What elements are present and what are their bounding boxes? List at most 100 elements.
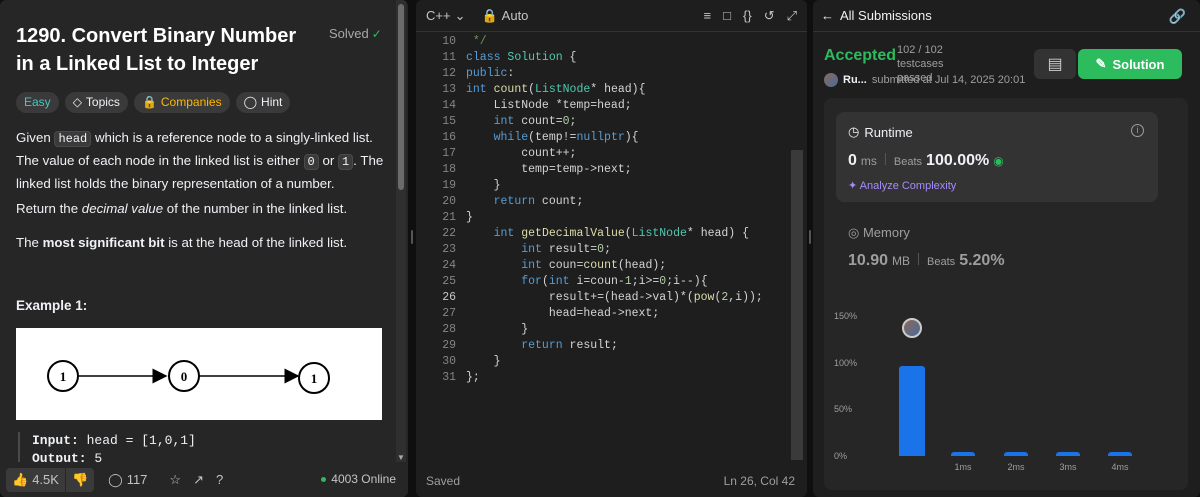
code-line[interactable]: 21}: [416, 210, 796, 226]
code-editor-panel: C++ ⌄ 🔒 Auto ≡ □ {} ↺ ⤢ 10 */11 class Solut…: [416, 0, 807, 497]
memory-title[interactable]: ◎ Memory: [848, 225, 910, 241]
line-number: 18: [442, 163, 456, 176]
code-line[interactable]: 22 int getDecimalValue(ListNode* head) {: [416, 226, 796, 242]
code-line[interactable]: 16 while(temp!=nullptr){: [416, 130, 796, 146]
code-area[interactable]: 10 */11 class Solution {12 public: 13 int co…: [416, 32, 796, 464]
result-status: Accepted: [824, 47, 897, 64]
chart-bar[interactable]: [1056, 452, 1080, 456]
link-icon[interactable]: 🔗: [1169, 8, 1186, 25]
code-line[interactable]: 26 result+=(head->val)*(pow(2,i));: [416, 290, 796, 306]
editor-status-bar: Saved Ln 26, Col 42: [416, 464, 807, 497]
all-submissions-link[interactable]: All Submissions: [840, 8, 932, 23]
code-line[interactable]: 12 public:: [416, 66, 796, 82]
avatar: [824, 73, 838, 87]
notes-button[interactable]: ▤: [1034, 49, 1076, 79]
analyze-complexity-link[interactable]: ✦ Analyze Complexity: [848, 179, 956, 192]
chart-bar[interactable]: [951, 452, 975, 456]
code-text: head=head->next;: [466, 307, 660, 320]
bookmark-icon[interactable]: □: [723, 8, 731, 24]
code-line[interactable]: 15 int count=0;: [416, 114, 796, 130]
inline-code: head: [54, 131, 92, 147]
code-text: int coun=count(head);: [521, 259, 667, 272]
chart-bar[interactable]: [1108, 452, 1132, 456]
code-line[interactable]: 31};: [416, 370, 796, 386]
resize-handle-icon[interactable]: [411, 230, 413, 244]
code-line[interactable]: 10 */: [416, 34, 796, 50]
code-line[interactable]: 29 return result;: [416, 338, 796, 354]
code-line[interactable]: 11 class Solution {: [416, 50, 796, 66]
lock-icon: 🔒: [141, 95, 157, 109]
problem-title[interactable]: 1290. Convert Binary Number in a Linked …: [16, 22, 316, 78]
emphasis: decimal value: [81, 201, 164, 216]
code-line[interactable]: 18 temp=temp->next;: [416, 162, 796, 178]
text: Return the: [16, 201, 82, 216]
resize-handle-icon[interactable]: [809, 230, 811, 244]
strong-text: most significant bit: [42, 235, 165, 250]
chart-bar[interactable]: [899, 366, 925, 456]
description-scrollbar[interactable]: ▼: [396, 0, 406, 462]
code-line[interactable]: 14 ListNode *temp=head;: [416, 98, 796, 114]
info-icon[interactable]: i: [1131, 124, 1144, 137]
code-text: */: [466, 35, 487, 48]
line-number: 26: [442, 291, 456, 304]
code-text: }: [466, 323, 529, 336]
sparkle-icon: ✦: [848, 180, 858, 192]
reset-icon[interactable]: ↺: [764, 8, 775, 24]
code-line[interactable]: 19 }: [416, 178, 796, 194]
online-label: 4003 Online: [331, 472, 396, 486]
code-text: return count;: [493, 195, 584, 208]
difficulty-label: Easy: [24, 95, 51, 109]
memory-value: 10.90: [848, 252, 889, 269]
y-tick-label: 100%: [834, 357, 858, 368]
favorite-button[interactable]: ☆: [163, 468, 187, 492]
language-select[interactable]: C++ ⌄: [426, 8, 465, 24]
panel-resizer[interactable]: [409, 0, 415, 497]
online-count: 4003 Online: [321, 472, 396, 486]
code-text: class Solution {: [466, 51, 577, 64]
code-line[interactable]: 20 return count;: [416, 194, 796, 210]
braces-icon[interactable]: {}: [743, 8, 752, 24]
line-number: 22: [442, 227, 456, 240]
comments-button[interactable]: ◯ 117: [102, 468, 153, 492]
code-text: int count=0;: [493, 115, 577, 128]
expand-icon[interactable]: ⤢: [787, 8, 797, 24]
share-button[interactable]: ↗: [187, 468, 210, 492]
help-button[interactable]: ?: [210, 468, 229, 492]
code-line[interactable]: 27 head=head->next;: [416, 306, 796, 322]
editor-scrollbar[interactable]: [791, 150, 803, 460]
companies-tag[interactable]: 🔒 Companies: [133, 92, 230, 113]
format-icon[interactable]: ≡: [704, 8, 712, 24]
scrollbar-thumb[interactable]: [398, 4, 404, 190]
code-line[interactable]: 30 }: [416, 354, 796, 370]
username[interactable]: Ru...: [843, 74, 867, 86]
like-button[interactable]: 👍 4.5K: [6, 467, 65, 492]
dislike-button[interactable]: 👎: [65, 467, 95, 492]
line-number: 14: [442, 99, 456, 112]
code-line[interactable]: 13 int count(ListNode* head){: [416, 82, 796, 98]
divider: [918, 253, 920, 265]
description-panel: 1290. Convert Binary Number in a Linked …: [0, 0, 408, 497]
topics-tag[interactable]: ◇ Topics: [64, 92, 128, 113]
code-text: int count(ListNode* head){: [466, 83, 646, 96]
code-line[interactable]: 23 int result=0;: [416, 242, 796, 258]
description-paragraph-1: Given head which is a reference node to …: [16, 127, 386, 194]
submission-panel: ← All Submissions 🔗 Accepted 102 / 102 t…: [813, 0, 1200, 497]
runtime-card[interactable]: ◷ Runtime i 0 ms Beats 100.00% ◉ ✦ Analyz…: [836, 112, 1158, 202]
code-line[interactable]: 28 }: [416, 322, 796, 338]
arrow-left-icon[interactable]: ←: [821, 8, 834, 23]
stats-card: ◷ Runtime i 0 ms Beats 100.00% ◉ ✦ Analyz…: [824, 98, 1188, 490]
inline-code: 0: [303, 154, 319, 170]
comment-count: 117: [126, 472, 148, 487]
scroll-down-icon[interactable]: ▼: [397, 453, 405, 462]
hint-tag[interactable]: ◯ Hint: [235, 92, 291, 113]
chart-bar[interactable]: [1004, 452, 1028, 456]
code-line[interactable]: 24 int coun=count(head);: [416, 258, 796, 274]
solution-button[interactable]: ✎ Solution: [1078, 49, 1182, 79]
auto-mode-toggle[interactable]: 🔒 Auto: [481, 8, 528, 24]
line-number: 29: [442, 339, 456, 352]
your-submission-avatar[interactable]: [902, 318, 922, 338]
editor-tools: ≡ □ {} ↺ ⤢: [704, 8, 797, 24]
edit-icon: ✎: [1095, 56, 1107, 71]
code-line[interactable]: 17 count++;: [416, 146, 796, 162]
code-line[interactable]: 25 for(int i=coun-1;i>=0;i--){: [416, 274, 796, 290]
